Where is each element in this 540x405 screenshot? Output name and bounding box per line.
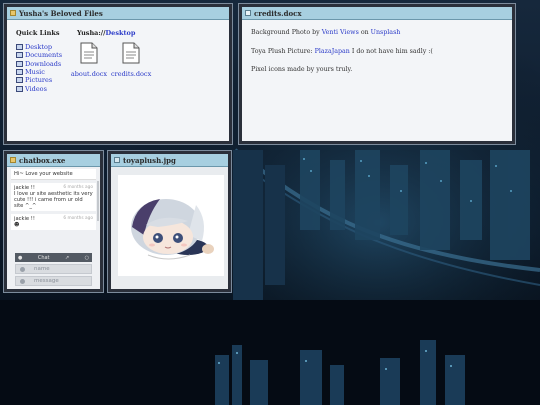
chat-scrollbar[interactable] — [97, 181, 99, 221]
path-prefix: Yusha:// — [77, 29, 106, 37]
chat-body[interactable]: Hi~ Love your website jackie !! 6 months … — [7, 167, 100, 289]
document-icon — [245, 10, 251, 16]
documents-icon — [16, 52, 23, 59]
files-window: Yusha's Beloved Files Quick Links Deskto… — [4, 4, 232, 144]
chat-text: I love ur site aesthetic its very cute !… — [14, 191, 93, 209]
credits-line-icons: Pixel icons made by yours truly. — [251, 66, 353, 74]
emoji-icon — [20, 278, 25, 284]
plush-image — [118, 175, 224, 276]
popout-icon[interactable]: ↗ — [65, 255, 69, 261]
image-file-icon — [114, 157, 120, 163]
chat-time: 6 months ago — [63, 216, 93, 221]
folder-icon — [10, 157, 16, 163]
plush-window-titlebar[interactable]: toyaplush.jpg — [111, 154, 228, 167]
quick-links: Quick Links Desktop Documents Downloads … — [16, 29, 62, 93]
files-window-titlebar[interactable]: Yusha's Beloved Files — [7, 7, 229, 20]
user-icon[interactable]: ● — [18, 255, 22, 261]
credits-window: credits.docx Background Photo by Venti V… — [239, 4, 515, 144]
downloads-icon — [16, 60, 23, 67]
quick-link-downloads[interactable]: Downloads — [16, 60, 62, 68]
chat-message: jackie !! 6 months ago I love ur site aes… — [11, 183, 96, 211]
unsplash-link[interactable]: Unsplash — [371, 29, 401, 36]
credits-line-plush: Toya Plush Picture: PlazaJapan I do not … — [251, 47, 433, 55]
user-icon — [20, 266, 25, 272]
file-credits-label: credits.docx — [111, 70, 152, 78]
quick-link-videos[interactable]: Videos — [16, 84, 62, 93]
chat-bar-label: Chat — [37, 254, 50, 261]
chatbox-window: chatbox.exe Hi~ Love your website jackie… — [4, 151, 103, 292]
music-icon — [16, 69, 23, 76]
venti-views-link[interactable]: Venti Views — [322, 29, 359, 36]
chat-message: jackie !! 6 months ago ☻ — [11, 214, 96, 230]
name-input[interactable]: name — [15, 264, 92, 274]
file-about[interactable]: about.docx — [69, 42, 109, 78]
quick-link-documents[interactable]: Documents — [16, 51, 62, 59]
plazajapan-link[interactable]: PlazaJapan — [315, 48, 350, 55]
file-credits[interactable]: credits.docx — [111, 42, 151, 78]
plush-body — [111, 167, 228, 289]
message-input[interactable]: message — [15, 276, 92, 286]
path-breadcrumb: Yusha://Desktop — [77, 29, 135, 37]
videos-icon — [16, 85, 23, 92]
file-about-label: about.docx — [70, 70, 108, 78]
folder-icon — [10, 10, 16, 16]
credits-window-titlebar[interactable]: credits.docx — [242, 7, 512, 20]
chat-message-top: Hi~ Love your website — [11, 169, 96, 180]
credits-content: Background Photo by Venti Views on Unspl… — [242, 20, 512, 94]
path-current[interactable]: Desktop — [106, 29, 136, 37]
chatbox-window-title: chatbox.exe — [19, 155, 66, 165]
credits-window-title: credits.docx — [254, 8, 302, 18]
document-icon — [122, 42, 140, 64]
chat-toolbar: ● Chat ↗ ○ — [15, 253, 92, 262]
quick-link-desktop[interactable]: Desktop — [16, 43, 62, 51]
pictures-icon — [16, 77, 23, 84]
plush-image-window: toyaplush.jpg — [108, 151, 231, 292]
quick-links-title: Quick Links — [16, 29, 60, 37]
document-icon — [80, 42, 98, 64]
settings-icon[interactable]: ○ — [85, 255, 89, 261]
quick-link-pictures[interactable]: Pictures — [16, 76, 62, 84]
desktop-icon — [16, 44, 23, 51]
credits-line-background: Background Photo by Venti Views on Unspl… — [251, 29, 401, 36]
quick-link-music[interactable]: Music — [16, 68, 62, 76]
plush-window-title: toyaplush.jpg — [123, 155, 176, 165]
files-window-title: Yusha's Beloved Files — [19, 8, 103, 18]
chatbox-window-titlebar[interactable]: chatbox.exe — [7, 154, 100, 167]
chat-emoji-icon: ☻ — [14, 222, 20, 228]
